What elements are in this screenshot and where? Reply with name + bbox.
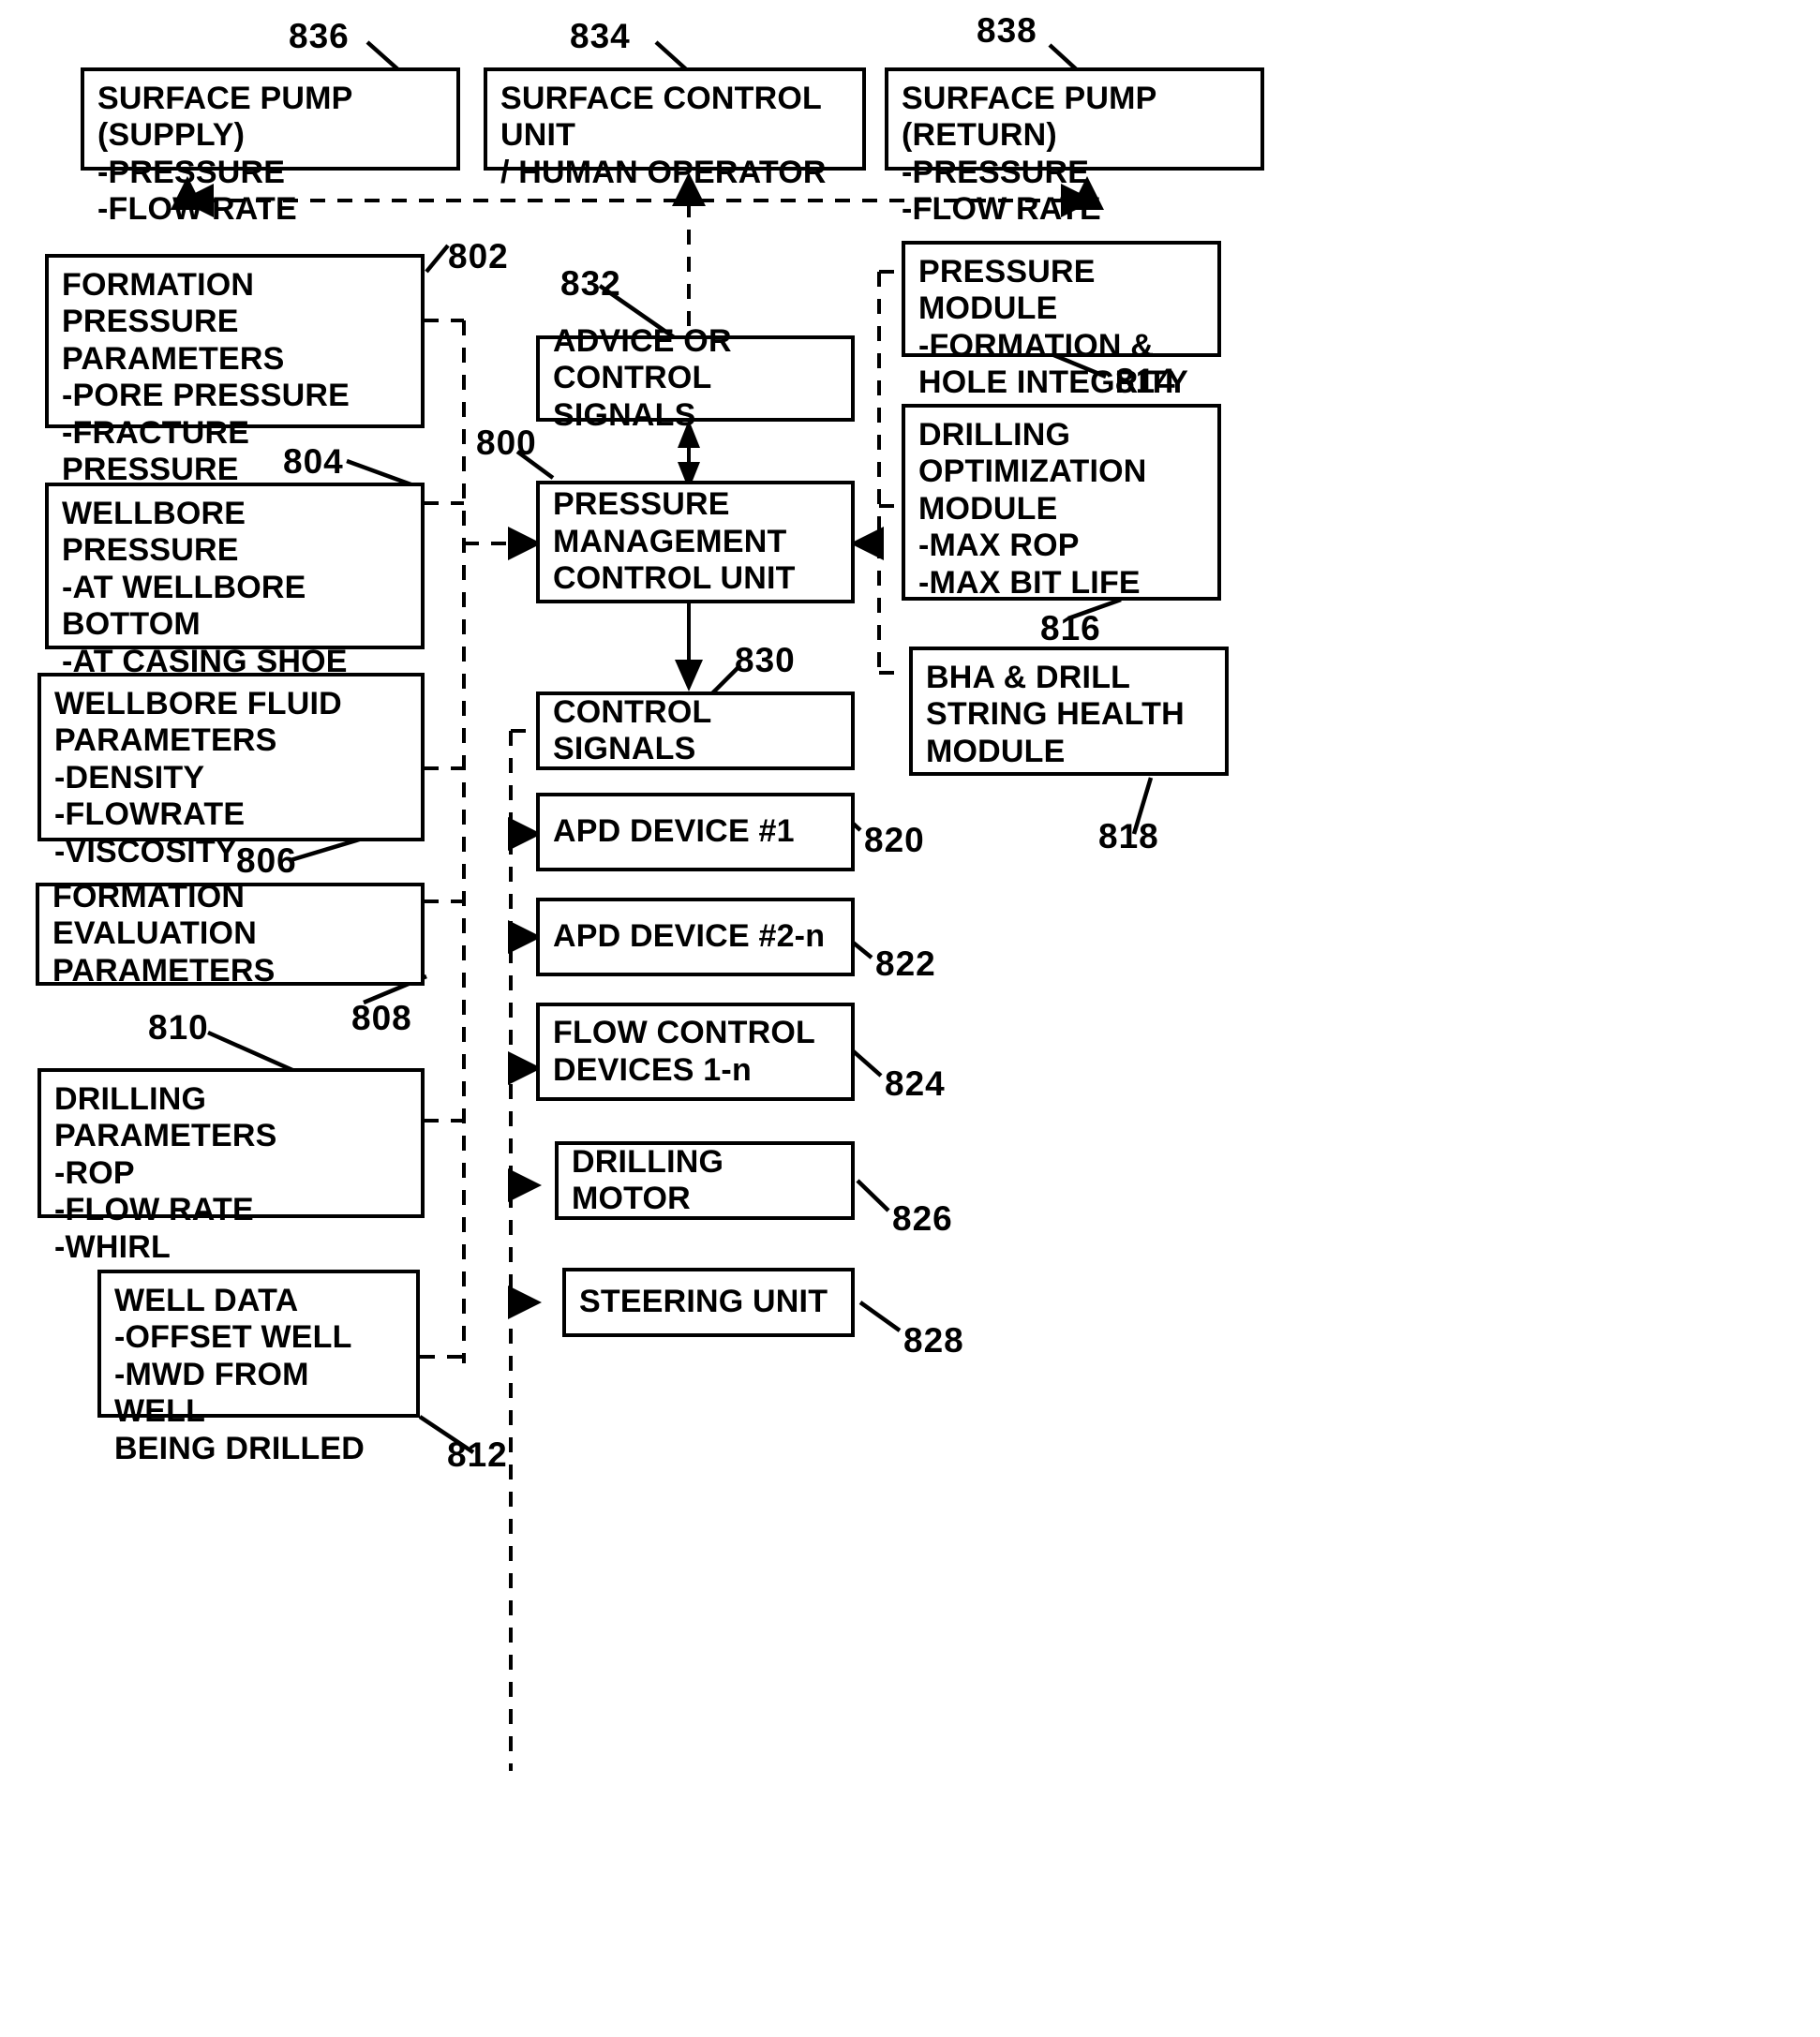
ref-818: 818 xyxy=(1098,817,1159,855)
ref-802: 802 xyxy=(448,237,509,275)
ref-806: 806 xyxy=(236,841,297,880)
box-surface-control-unit[interactable]: SURFACE CONTROL UNIT / HUMAN OPERATOR xyxy=(484,67,866,190)
ref-834: 834 xyxy=(570,17,631,55)
ref-838: 838 xyxy=(977,11,1037,50)
ref-826: 826 xyxy=(892,1199,953,1238)
ref-824: 824 xyxy=(885,1064,946,1103)
box-formation-evaluation-parameters[interactable]: FORMATION EVALUATION PARAMETERS xyxy=(36,879,425,989)
box-drilling-motor[interactable]: DRILLING MOTOR xyxy=(555,1141,855,1220)
ref-820: 820 xyxy=(864,821,925,859)
box-advice-or-control-signals[interactable]: ADVICE OR CONTROL SIGNALS xyxy=(536,323,855,433)
box-drilling-parameters[interactable]: DRILLING PARAMETERS -ROP -FLOW RATE -WHI… xyxy=(37,1068,425,1265)
box-control-signals[interactable]: CONTROL SIGNALS xyxy=(536,691,855,770)
box-steering-unit[interactable]: STEERING UNIT xyxy=(562,1268,855,1337)
box-formation-pressure-parameters[interactable]: FORMATION PRESSURE PARAMETERS -PORE PRES… xyxy=(45,254,425,561)
box-wellbore-fluid-parameters[interactable]: WELLBORE FLUID PARAMETERS -DENSITY -FLOW… xyxy=(37,673,425,870)
box-flow-control-devices[interactable]: FLOW CONTROL DEVICES 1-n xyxy=(536,1003,855,1101)
patent-figure-canvas: SURFACE PUMP (SUPPLY) -PRESSURE -FLOW RA… xyxy=(0,0,1820,2037)
box-apd-device-2-n[interactable]: APD DEVICE #2-n xyxy=(536,898,855,976)
ref-804: 804 xyxy=(283,442,344,481)
box-pressure-module[interactable]: PRESSURE MODULE -FORMATION & HOLE INTEGR… xyxy=(902,241,1221,400)
box-surface-pump-supply[interactable]: SURFACE PUMP (SUPPLY) -PRESSURE -FLOW RA… xyxy=(81,67,460,227)
ref-814: 814 xyxy=(1115,362,1176,400)
box-wellbore-pressure[interactable]: WELLBORE PRESSURE -AT WELLBORE BOTTOM -A… xyxy=(45,483,425,753)
ref-812: 812 xyxy=(447,1435,508,1474)
box-pressure-management-control-unit[interactable]: PRESSURE MANAGEMENT CONTROL UNIT xyxy=(536,481,855,603)
ref-800: 800 xyxy=(476,424,537,462)
ref-816: 816 xyxy=(1040,609,1101,647)
ref-830: 830 xyxy=(735,641,796,679)
box-bha-drill-string-health-module[interactable]: BHA & DRILL STRING HEALTH MODULE xyxy=(909,647,1229,776)
ref-828: 828 xyxy=(903,1321,964,1360)
ref-836: 836 xyxy=(289,17,350,55)
box-well-data[interactable]: WELL DATA -OFFSET WELL -MWD FROM WELL BE… xyxy=(97,1270,420,1466)
box-drilling-optimization-module[interactable]: DRILLING OPTIMIZATION MODULE -MAX ROP -M… xyxy=(902,404,1221,601)
ref-810: 810 xyxy=(148,1008,209,1047)
ref-808: 808 xyxy=(351,999,412,1037)
box-surface-pump-return[interactable]: SURFACE PUMP (RETURN) -PRESSURE -FLOW RA… xyxy=(885,67,1264,227)
ref-822: 822 xyxy=(875,944,936,983)
ref-832: 832 xyxy=(560,264,621,303)
box-apd-device-1[interactable]: APD DEVICE #1 xyxy=(536,793,855,871)
